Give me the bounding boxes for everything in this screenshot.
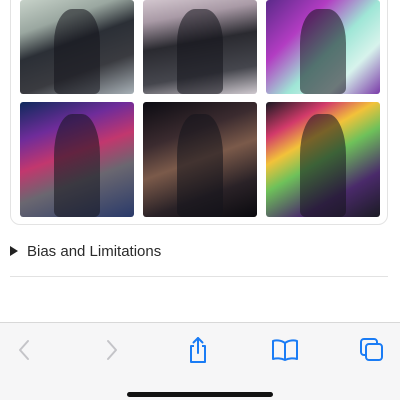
book-icon: [272, 339, 298, 361]
generated-image-3[interactable]: [266, 0, 380, 94]
figure-silhouette: [177, 9, 223, 94]
home-indicator[interactable]: [127, 392, 273, 397]
tabs-icon: [360, 338, 383, 361]
back-button[interactable]: [7, 335, 41, 365]
disclosure-triangle-icon: [10, 246, 18, 256]
share-button[interactable]: [181, 335, 215, 365]
forward-button[interactable]: [95, 335, 129, 365]
share-icon: [190, 337, 206, 363]
figure-silhouette: [177, 113, 223, 217]
bookmarks-button[interactable]: [268, 335, 302, 365]
generated-image-6[interactable]: [266, 102, 380, 217]
figure-silhouette: [54, 113, 100, 217]
page: Bias and Limitations: [0, 0, 400, 400]
figure-silhouette: [300, 113, 346, 217]
figure-silhouette: [300, 9, 346, 94]
section-divider: [10, 276, 388, 277]
chevron-right-icon: [107, 340, 117, 360]
generated-image-1[interactable]: [20, 0, 134, 94]
figure-silhouette: [54, 9, 100, 94]
generated-image-2[interactable]: [143, 0, 257, 94]
generated-image-5[interactable]: [143, 102, 257, 217]
bias-limitations-disclosure[interactable]: Bias and Limitations: [10, 238, 388, 264]
chevron-left-icon: [19, 340, 29, 360]
tabs-button[interactable]: [355, 335, 389, 365]
generated-image-4[interactable]: [20, 102, 134, 217]
browser-toolbar: [0, 322, 400, 400]
disclosure-label: Bias and Limitations: [27, 242, 162, 260]
